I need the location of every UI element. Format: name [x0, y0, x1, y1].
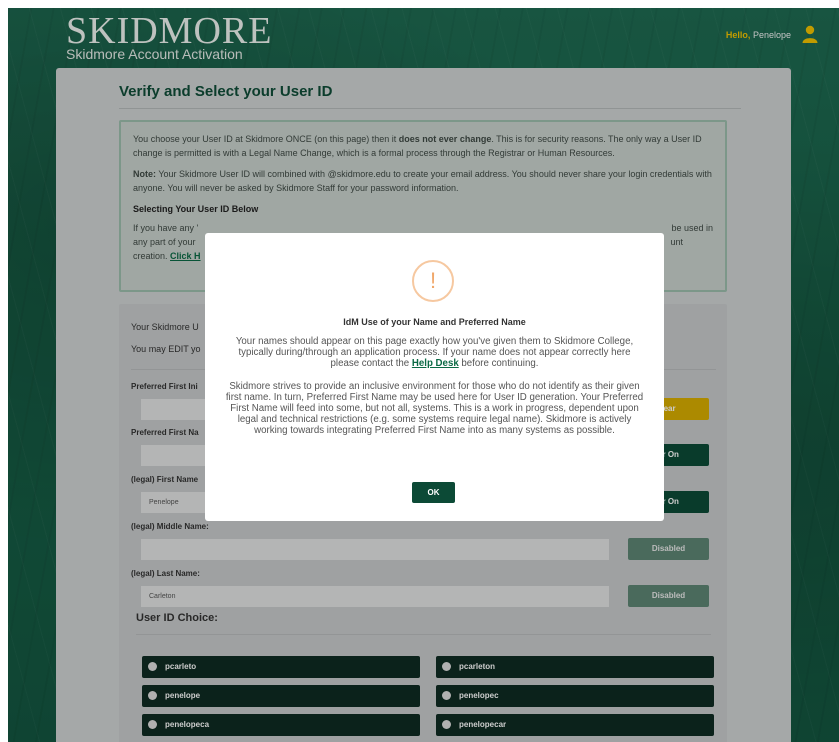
name-usage-modal: ! IdM Use of your Name and Preferred Nam…: [205, 233, 664, 521]
ok-button[interactable]: OK: [412, 482, 455, 503]
help-desk-link[interactable]: Help Desk: [412, 358, 459, 369]
modal-paragraph-1: Your names should appear on this page ex…: [235, 336, 634, 369]
modal-paragraph-2: Skidmore strives to provide an inclusive…: [225, 381, 644, 436]
modal-title: IdM Use of your Name and Preferred Name: [343, 317, 526, 327]
exclamation-icon: !: [412, 260, 454, 302]
